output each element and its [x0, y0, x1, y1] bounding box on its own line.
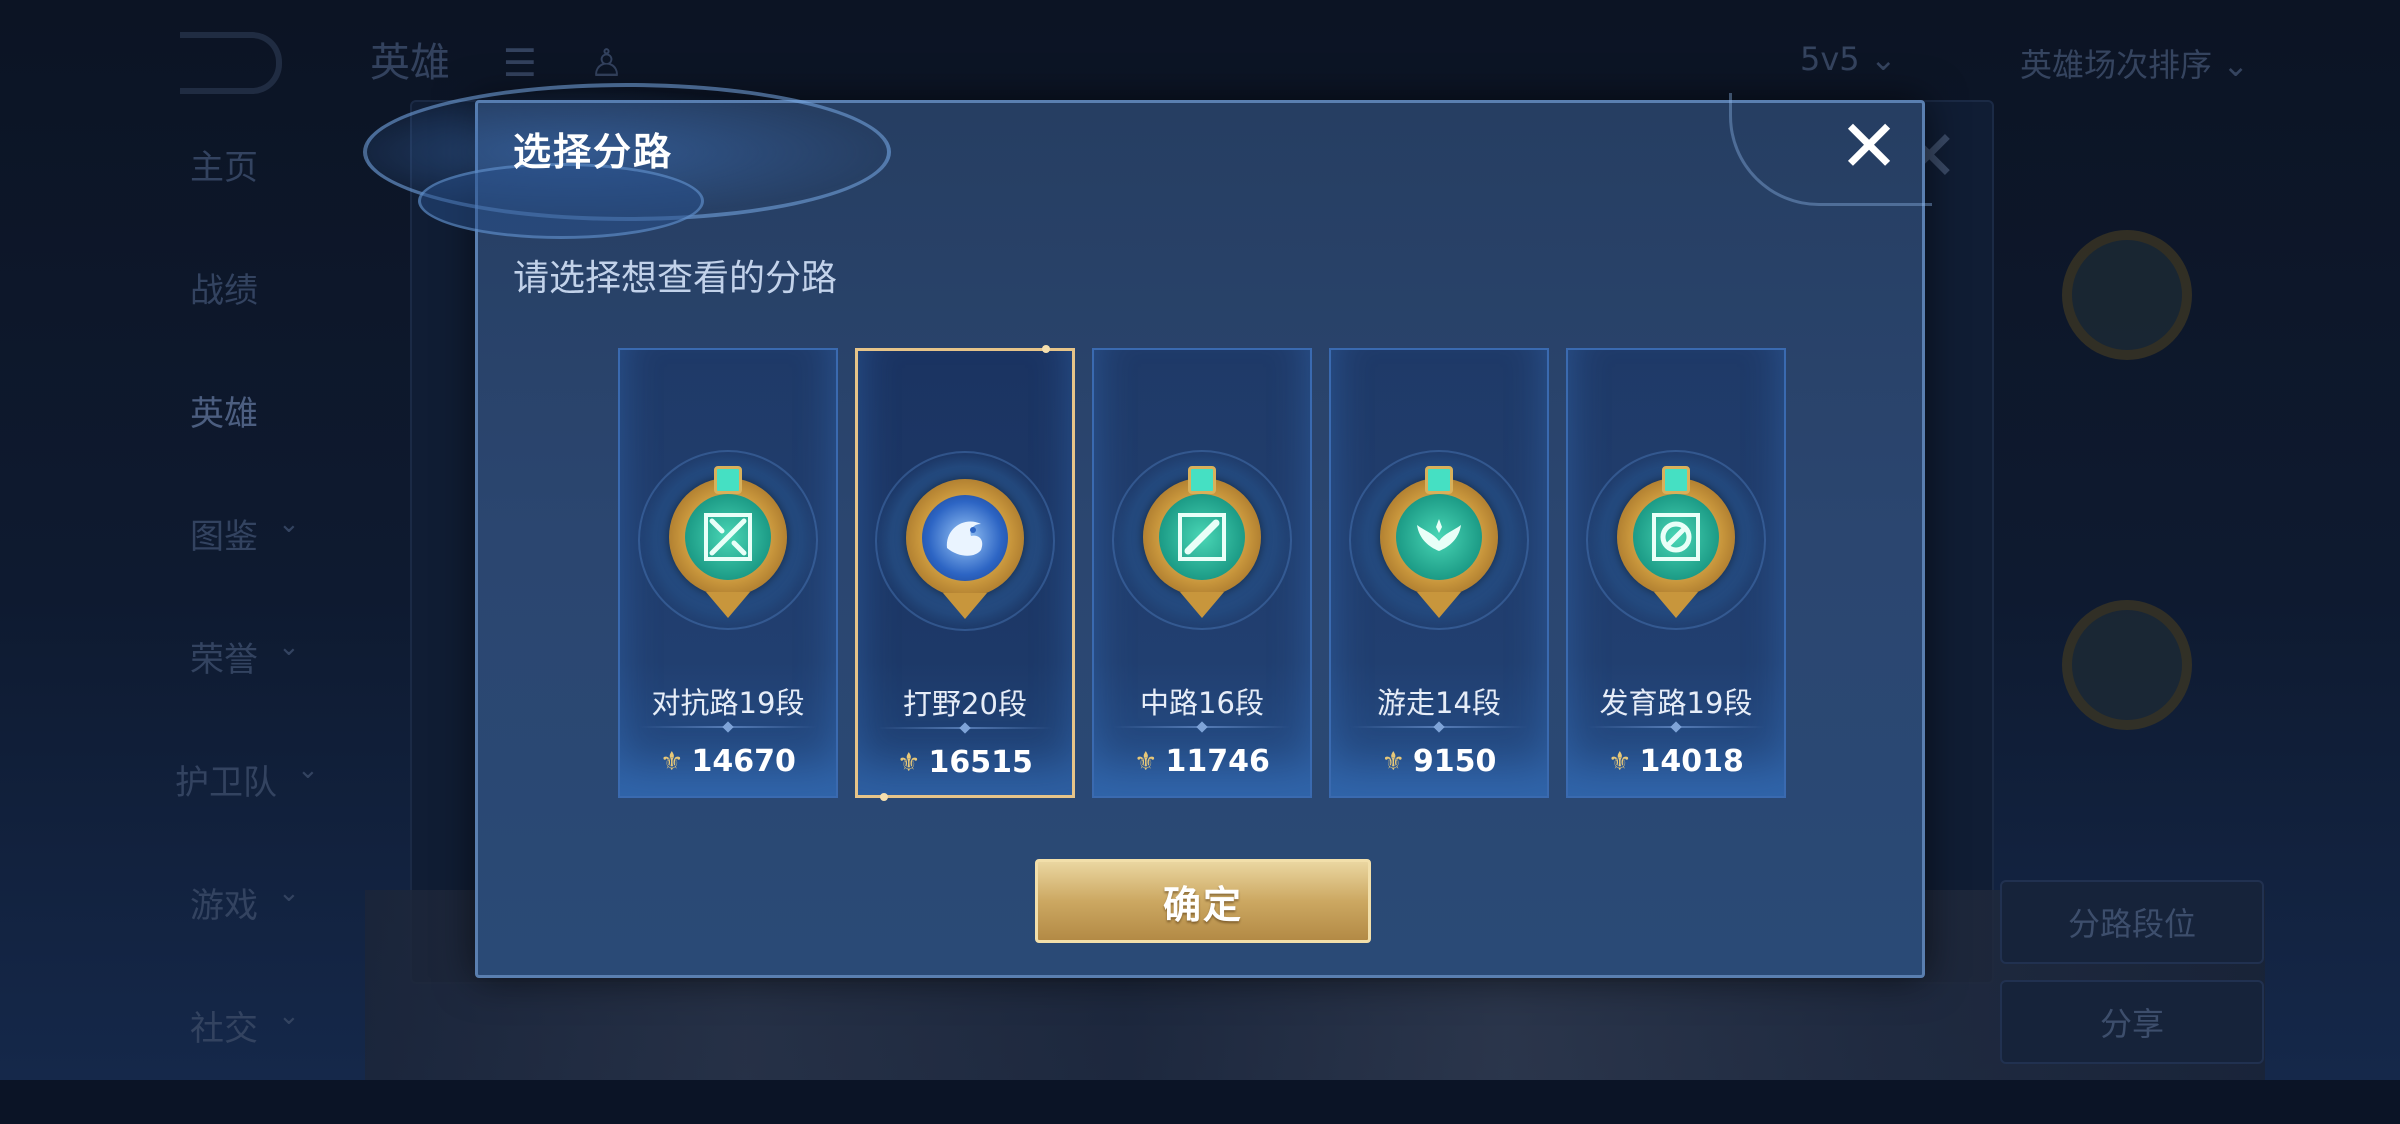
bg-nav-item: 荣誉 ⌄ [190, 632, 300, 680]
lane-card-jungle[interactable]: 打野20段 ⚜ 16515 [855, 345, 1075, 801]
lane-label: 发育路19段 [1599, 686, 1753, 720]
bg-emblem-icon [2062, 230, 2192, 360]
lane-score: ⚜ 14670 [660, 744, 796, 779]
clash-lane-icon [669, 466, 787, 618]
lane-label: 中路16段 [1140, 686, 1264, 720]
bg-header: 英雄 ☰ ♙ [370, 30, 624, 88]
lane-score: ⚜ 9150 [1381, 744, 1497, 779]
confirm-button[interactable]: 确定 [1035, 859, 1371, 943]
close-icon[interactable]: ✕ [1834, 110, 1904, 182]
lane-label: 打野20段 [903, 687, 1027, 721]
back-logo-icon [180, 32, 282, 94]
roam-wings-icon [1380, 466, 1498, 618]
bg-share-button: 分享 [2000, 980, 2264, 1064]
bg-nav-item: 社交 ⌄ [190, 1001, 300, 1049]
bg-nav-item: 护卫队 ⌄ [175, 755, 319, 803]
bg-sort-select: 英雄场次排序 ⌄ [2020, 46, 2249, 84]
bg-header-title: 英雄 [370, 40, 450, 86]
bg-nav-item: 游戏 ⌄ [190, 878, 300, 926]
score-icon: ⚜ [1608, 747, 1632, 777]
score-icon: ⚜ [1134, 747, 1158, 777]
lane-card-mid[interactable]: 中路16段 ⚜ 11746 [1092, 348, 1312, 798]
dialog-title: 选择分路 [513, 130, 674, 174]
lane-score: ⚜ 16515 [897, 745, 1033, 780]
chevron-down-icon: ⌄ [278, 1001, 300, 1031]
lane-card-roam[interactable]: 游走14段 ⚜ 9150 [1329, 348, 1549, 798]
bg-emblem-icon [2062, 600, 2192, 730]
lane-score: ⚜ 14018 [1608, 744, 1744, 779]
score-icon: ⚜ [897, 748, 921, 778]
list-icon: ☰ [502, 41, 537, 85]
lane-card-clash[interactable]: 对抗路19段 ⚜ 14670 [618, 348, 838, 798]
lane-label: 游走14段 [1377, 686, 1501, 720]
lane-card-farm[interactable]: 发育路19段 ⚜ 14018 [1566, 348, 1786, 798]
bg-nav-item: 战绩 [190, 271, 258, 311]
score-icon: ⚜ [660, 747, 684, 777]
bg-nav-item: 图鉴 ⌄ [190, 509, 300, 557]
farm-lane-icon [1617, 466, 1735, 618]
bg-nav-item: 主页 [190, 148, 258, 188]
select-lane-dialog: 选择分路 ✕ 请选择想查看的分路 对抗路19段 ⚜ 14670 打野20段 ⚜ … [363, 83, 1932, 978]
bg-sidebar: 主页 战绩 英雄 图鉴 ⌄ 荣誉 ⌄ 护卫队 ⌄ 游戏 ⌄ 社交 ⌄ [130, 140, 360, 1124]
chevron-down-icon: ⌄ [278, 878, 300, 908]
bg-lane-rank-button: 分路段位 [2000, 880, 2264, 964]
dialog-subtitle: 请选择想查看的分路 [513, 258, 838, 299]
bg-nav-item: 英雄 [190, 394, 258, 434]
lane-label: 对抗路19段 [651, 686, 805, 720]
bg-mode-select: 5v5 ⌄ [1800, 40, 1897, 78]
chevron-down-icon: ⌄ [278, 509, 300, 539]
mid-lane-icon [1143, 466, 1261, 618]
person-icon: ♙ [589, 41, 624, 85]
score-icon: ⚜ [1381, 747, 1405, 777]
lane-score: ⚜ 11746 [1134, 744, 1270, 779]
chevron-down-icon: ⌄ [297, 755, 319, 785]
chevron-down-icon: ⌄ [278, 632, 300, 662]
jungle-dragon-icon [906, 479, 1024, 619]
lane-list: 对抗路19段 ⚜ 14670 打野20段 ⚜ 16515 中路16段 ⚜ 117… [618, 345, 1818, 801]
